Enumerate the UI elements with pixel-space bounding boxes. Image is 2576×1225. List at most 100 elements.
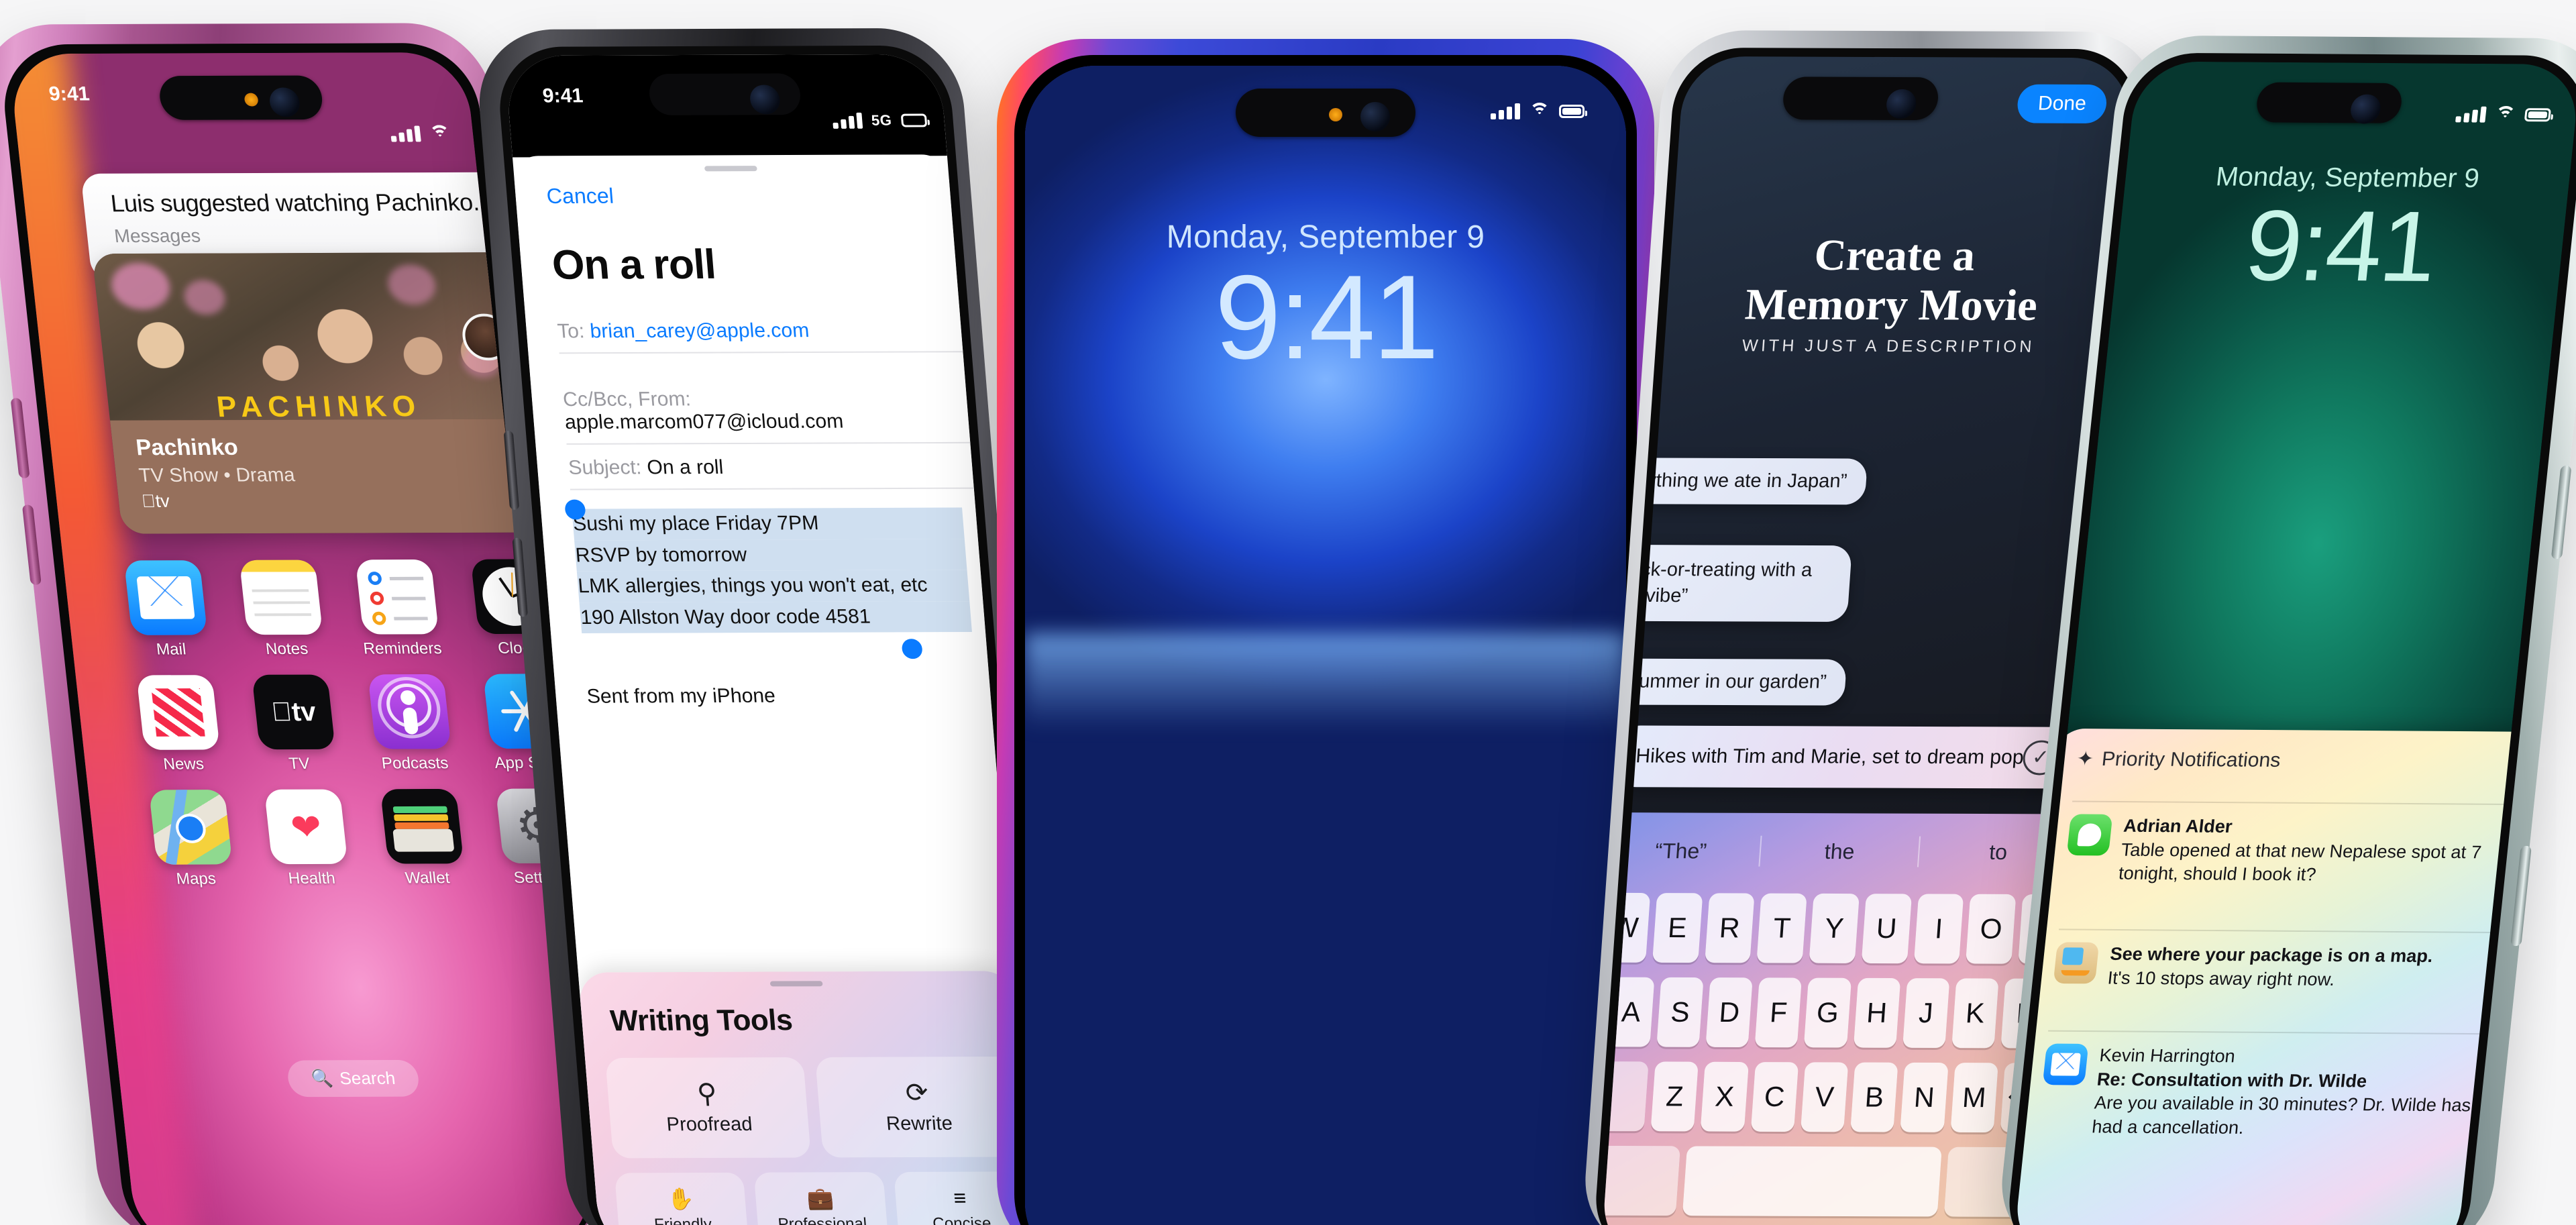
proofread-button[interactable]: ⚲ Proofread	[605, 1057, 812, 1159]
to-value[interactable]: brian_carey@apple.com	[589, 319, 810, 342]
wifi-icon	[429, 125, 451, 146]
mail-icon	[123, 560, 208, 635]
tile-label: Professional	[777, 1214, 868, 1225]
notification-body: Table opened at that new Nepalese spot a…	[2117, 839, 2483, 885]
app-icon-notes[interactable]: Notes	[226, 560, 339, 659]
battery-icon	[2524, 108, 2552, 122]
selection-handle-start[interactable]	[564, 499, 586, 520]
key-i[interactable]: I	[1913, 894, 1964, 964]
app-icon-news[interactable]: News	[123, 675, 235, 774]
keyboard-row-3: Z X C V B N M ⌫	[1600, 1061, 2057, 1133]
sheet-grabber[interactable]	[704, 166, 757, 172]
suggestion-chip[interactable]: “Last summer in our garden”	[1600, 658, 1847, 706]
status-bar-time: 9:41	[48, 83, 91, 106]
app-icon-health[interactable]: ❤ Health	[251, 789, 364, 888]
description-input[interactable]: Hikes with Tim and Marie, set to dream p…	[1613, 725, 2080, 789]
friendly-button[interactable]: ✋ Friendly	[614, 1172, 749, 1225]
key-t[interactable]: T	[1756, 893, 1807, 963]
key-r[interactable]: R	[1704, 893, 1755, 963]
mail-body[interactable]: Sushi my place Friday 7PM RSVP by tomorr…	[572, 507, 972, 633]
notification-body: Are you available in 30 minutes? Dr. Wil…	[2091, 1092, 2472, 1138]
app-icon-tv[interactable]: tv TV	[239, 674, 352, 774]
apple-tv-icon: tv	[252, 674, 336, 750]
key-g[interactable]: G	[1804, 977, 1851, 1048]
key-s[interactable]: S	[1656, 977, 1704, 1047]
app-icon-wallet[interactable]: Wallet	[367, 788, 480, 888]
sheet-grabber[interactable]	[769, 981, 823, 987]
iphone-lineup-hero: 9:41 Luis suggested watching Pachinko. M…	[0, 0, 2576, 1225]
subject-label: Subject:	[568, 456, 643, 479]
app-label: Health	[287, 869, 337, 888]
shift-key[interactable]	[1600, 1061, 1649, 1132]
key-y[interactable]: Y	[1809, 893, 1860, 963]
professional-button[interactable]: 💼 Professional	[753, 1172, 889, 1225]
front-camera-lens	[268, 87, 302, 117]
key-c[interactable]: C	[1750, 1062, 1799, 1132]
key-j[interactable]: J	[1902, 978, 1950, 1049]
status-time-label: 9:41	[48, 83, 91, 105]
key-b[interactable]: B	[1850, 1062, 1898, 1132]
briefcase-icon: 💼	[806, 1186, 835, 1211]
notification-stack: ✦ Priority Notifications Adrian Alder Ta…	[2011, 728, 2540, 1225]
status-bar-indicators	[1491, 103, 1587, 119]
key-n[interactable]: N	[1900, 1062, 1949, 1132]
cancel-button[interactable]: Cancel	[545, 184, 614, 209]
waving-hand-icon: ✋	[666, 1186, 696, 1211]
media-suggestion-card[interactable]: PACHINKO Pachinko TV Show • Drama tv	[92, 252, 543, 534]
status-bar-indicators	[390, 125, 451, 146]
key-a[interactable]: A	[1607, 977, 1655, 1047]
search-pill[interactable]: 🔍 Search	[286, 1059, 421, 1098]
key-f[interactable]: F	[1754, 977, 1803, 1048]
app-label: Reminders	[362, 639, 443, 658]
app-icon-podcasts[interactable]: Podcasts	[354, 674, 467, 774]
selection-handle-end[interactable]	[901, 639, 923, 659]
rewrite-pencil-circle-icon: ⟳	[904, 1077, 930, 1108]
to-field[interactable]: To: brian_carey@apple.com	[556, 319, 963, 354]
notification-item[interactable]: Kevin Harrington Re: Consultation with D…	[2037, 1030, 2491, 1142]
app-icon-maps[interactable]: Maps	[136, 790, 248, 889]
status-bar-indicators	[2455, 105, 2552, 126]
key-h[interactable]: H	[1853, 977, 1900, 1048]
app-icon-mail[interactable]: Mail	[111, 560, 223, 659]
app-label: Podcasts	[380, 754, 449, 773]
signal-bars-icon	[2455, 106, 2487, 123]
key-o[interactable]: O	[1966, 894, 2017, 964]
key-u[interactable]: U	[1861, 894, 1912, 964]
prediction-0[interactable]: “The”	[1601, 838, 1760, 863]
numbers-key[interactable]	[1600, 1145, 1680, 1216]
notification-body: It's 10 stops away right now.	[2106, 967, 2336, 990]
memory-movie-subhead: WITH JUST A DESCRIPTION	[1741, 336, 2035, 356]
app-label: Maps	[175, 869, 217, 888]
rewrite-button[interactable]: ⟳ Rewrite	[815, 1056, 1021, 1158]
app-label: TV	[288, 754, 311, 773]
key-k[interactable]: K	[1951, 978, 1999, 1049]
ccbcc-field[interactable]: Cc/Bcc, From: apple.marcom077@icloud.com	[561, 387, 971, 445]
prediction-1[interactable]: the	[1760, 839, 1919, 864]
notification-item[interactable]: Adrian Alder Table opened at that new Ne…	[2063, 800, 2515, 889]
app-label: Notes	[264, 639, 309, 658]
key-z[interactable]: Z	[1650, 1061, 1699, 1132]
media-title: Pachinko	[134, 434, 239, 461]
notification-item[interactable]: See where your package is on a map. It's…	[2052, 928, 2502, 993]
health-icon: ❤	[264, 789, 348, 865]
notes-icon	[239, 560, 323, 635]
app-icon-reminders[interactable]: Reminders	[341, 559, 454, 659]
description-input-value: Hikes with Tim and Marie, set to dream p…	[1635, 745, 2025, 769]
key-v[interactable]: V	[1800, 1062, 1849, 1132]
signal-bars-icon	[390, 125, 421, 142]
notification-subject: Re: Consultation with Dr. Wilde	[2096, 1069, 2368, 1091]
memory-movie-headline: Create a Memory Movie	[1666, 230, 2121, 331]
notification-app-label: Messages	[113, 225, 202, 247]
key-x[interactable]: X	[1700, 1061, 1749, 1132]
dynamic-island	[1782, 76, 1940, 121]
notification-sender: Adrian Alder	[2123, 815, 2234, 837]
proofread-magnifier-icon: ⚲	[696, 1078, 718, 1108]
key-m[interactable]: M	[1950, 1063, 1998, 1133]
done-button[interactable]: Done	[2016, 84, 2108, 123]
key-d[interactable]: D	[1705, 977, 1754, 1048]
space-key[interactable]	[1682, 1146, 1943, 1217]
tile-label: Concise	[932, 1214, 992, 1225]
key-e[interactable]: E	[1652, 893, 1703, 963]
notification-sender: See where your package is on a map.	[2109, 943, 2434, 967]
subject-field[interactable]: Subject: On a roll	[568, 455, 974, 490]
